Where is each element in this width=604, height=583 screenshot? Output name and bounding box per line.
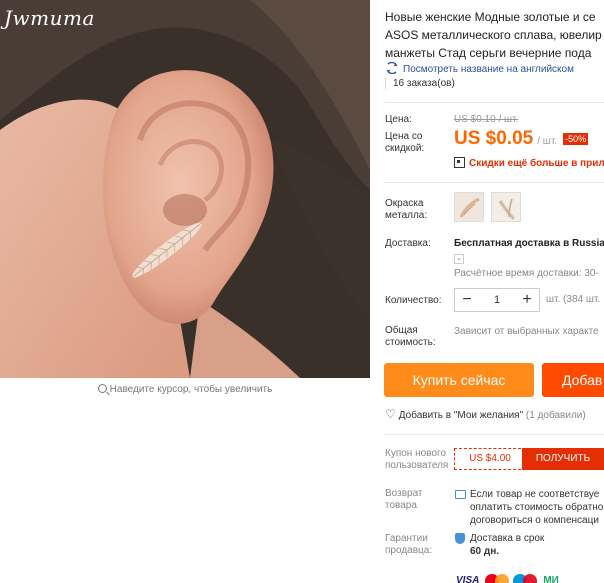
quantity-stepper: − 1 + [454, 288, 540, 312]
guarantee-label-line: Гарантии [385, 533, 428, 544]
old-price: US $0.10 / шт. [454, 114, 518, 125]
product-info-panel: Новые женские Модные золотые и се ASOS м… [372, 0, 604, 583]
quantity-plus-button[interactable]: + [515, 289, 539, 311]
chevron-down-icon[interactable]: ⌄ [454, 254, 464, 264]
metal-color-label-line: металла: [385, 210, 428, 221]
swatch-earring-icon [455, 193, 483, 221]
visa-icon: VISA [456, 575, 480, 583]
shipping-method-text[interactable]: Бесплатная доставка в Russia [454, 238, 604, 249]
guarantee-label: Гарантии продавца: [385, 533, 432, 557]
divider [384, 102, 604, 103]
orders-count: 16 заказа(ов) [385, 78, 455, 89]
shield-icon [455, 533, 465, 544]
returns-text: Если товар не соответствуе оплатить стои… [470, 488, 603, 527]
translate-link[interactable]: Посмотреть название на английском [385, 62, 574, 75]
return-icon [455, 490, 466, 499]
shipping-method[interactable]: Бесплатная доставка в Russia [454, 238, 604, 249]
product-gallery: Jwmuma Наведите курсор, чтобы увеличить [0, 0, 370, 583]
returns-text-line: Если товар не соответствуе [470, 489, 600, 500]
product-title: Новые женские Модные золотые и се ASOS м… [385, 8, 604, 62]
guarantee-label-line: продавца: [385, 545, 433, 556]
total-label-line: Общая [385, 325, 418, 336]
swatch-earring-icon [492, 193, 520, 221]
total-label: Общая стоимость: [385, 325, 436, 349]
magnifier-icon [97, 384, 107, 393]
metal-color-label: Окраска металла: [385, 198, 427, 222]
quantity-input[interactable]: 1 [479, 294, 515, 306]
heart-icon[interactable]: ♡ [385, 407, 396, 421]
coupon-value: US $4.00 [454, 448, 526, 470]
returns-text-line: оплатить стоимость обратно [470, 502, 604, 513]
app-promo-text[interactable]: Скидки ещё больше в прило [469, 158, 604, 169]
discount-price-label-line: скидкой: [385, 143, 425, 154]
price-label: Цена: [385, 114, 412, 125]
quantity-minus-button[interactable]: − [455, 289, 479, 311]
coupon-label-line: пользователя [385, 460, 449, 471]
new-price-row: US $0.05/ шт. -50% [454, 128, 589, 150]
returns-text-line: договориться о компенсаци [470, 515, 599, 526]
returns-label-line: товара [385, 500, 417, 511]
wishlist-link[interactable]: ♡ Добавить в "Мои желания" (1 добавили) [385, 407, 586, 421]
coupon-label-line: Купон нового [385, 448, 446, 459]
brand-watermark: Jwmuma [4, 6, 95, 30]
mir-icon: МИ [543, 575, 559, 583]
ear-photo [0, 0, 370, 378]
shipping-estimate: Расчётное время доставки: 30- [454, 268, 599, 279]
discount-price-label: Цена со скидкой: [385, 131, 424, 155]
title-line: ASOS металлического сплава, ювелир [385, 28, 602, 42]
guarantee-text: Доставка в срок 60 дн. [470, 532, 544, 558]
divider [384, 434, 604, 435]
buy-now-button[interactable]: Купить сейчас [384, 363, 534, 397]
quantity-label: Количество: [385, 295, 442, 306]
app-promo[interactable]: Скидки ещё больше в прило [454, 157, 604, 169]
coupon-label: Купон нового пользователя [385, 448, 448, 472]
price-unit: / шт. [537, 136, 558, 147]
qr-code-icon [454, 157, 465, 168]
quantity-available: шт. (384 шт. [546, 294, 601, 305]
divider [384, 182, 604, 183]
shipping-dropdown[interactable]: ⌄ [454, 252, 464, 264]
payment-methods: VISA МИ [454, 574, 561, 583]
new-price: US $0.05 [454, 128, 534, 149]
get-coupon-button[interactable]: ПОЛУЧИТЬ [522, 448, 604, 470]
returns-label-line: Возврат [385, 488, 423, 499]
discount-price-label-line: Цена со [385, 131, 423, 142]
total-value: Зависит от выбранных характе [454, 326, 599, 337]
shipping-label: Доставка: [385, 238, 431, 249]
translate-icon [386, 62, 398, 74]
zoom-hint: Наведите курсор, чтобы увеличить [0, 384, 370, 395]
title-line: Новые женские Модные золотые и се [385, 10, 596, 24]
returns-label: Возврат товара [385, 488, 423, 512]
wishlist-count: (1 добавили) [525, 410, 586, 421]
discount-badge: -50% [563, 133, 589, 145]
wishlist-label[interactable]: Добавить в "Мои желания" [399, 410, 523, 421]
title-line: манжеты Стад серьги вечерние пода [385, 46, 592, 60]
guarantee-text-line: Доставка в срок [470, 533, 545, 544]
add-to-cart-button[interactable]: Добав [542, 363, 604, 397]
color-swatch-rose-gold[interactable] [454, 192, 484, 222]
zoom-hint-text: Наведите курсор, чтобы увеличить [109, 384, 273, 395]
translate-link-text[interactable]: Посмотреть название на английском [403, 64, 574, 75]
shipping-estimate-text: Расчётное время доставки: 30- [454, 268, 599, 279]
old-price-text: US $0.10 / шт. [454, 114, 519, 125]
mastercard-icon [485, 574, 510, 583]
total-label-line: стоимость: [385, 337, 436, 348]
metal-color-label-line: Окраска [385, 198, 424, 209]
guarantee-days: 60 дн. [470, 546, 500, 557]
product-main-image[interactable]: Jwmuma [0, 0, 370, 378]
color-swatch-silver[interactable] [491, 192, 521, 222]
maestro-icon [513, 574, 538, 583]
